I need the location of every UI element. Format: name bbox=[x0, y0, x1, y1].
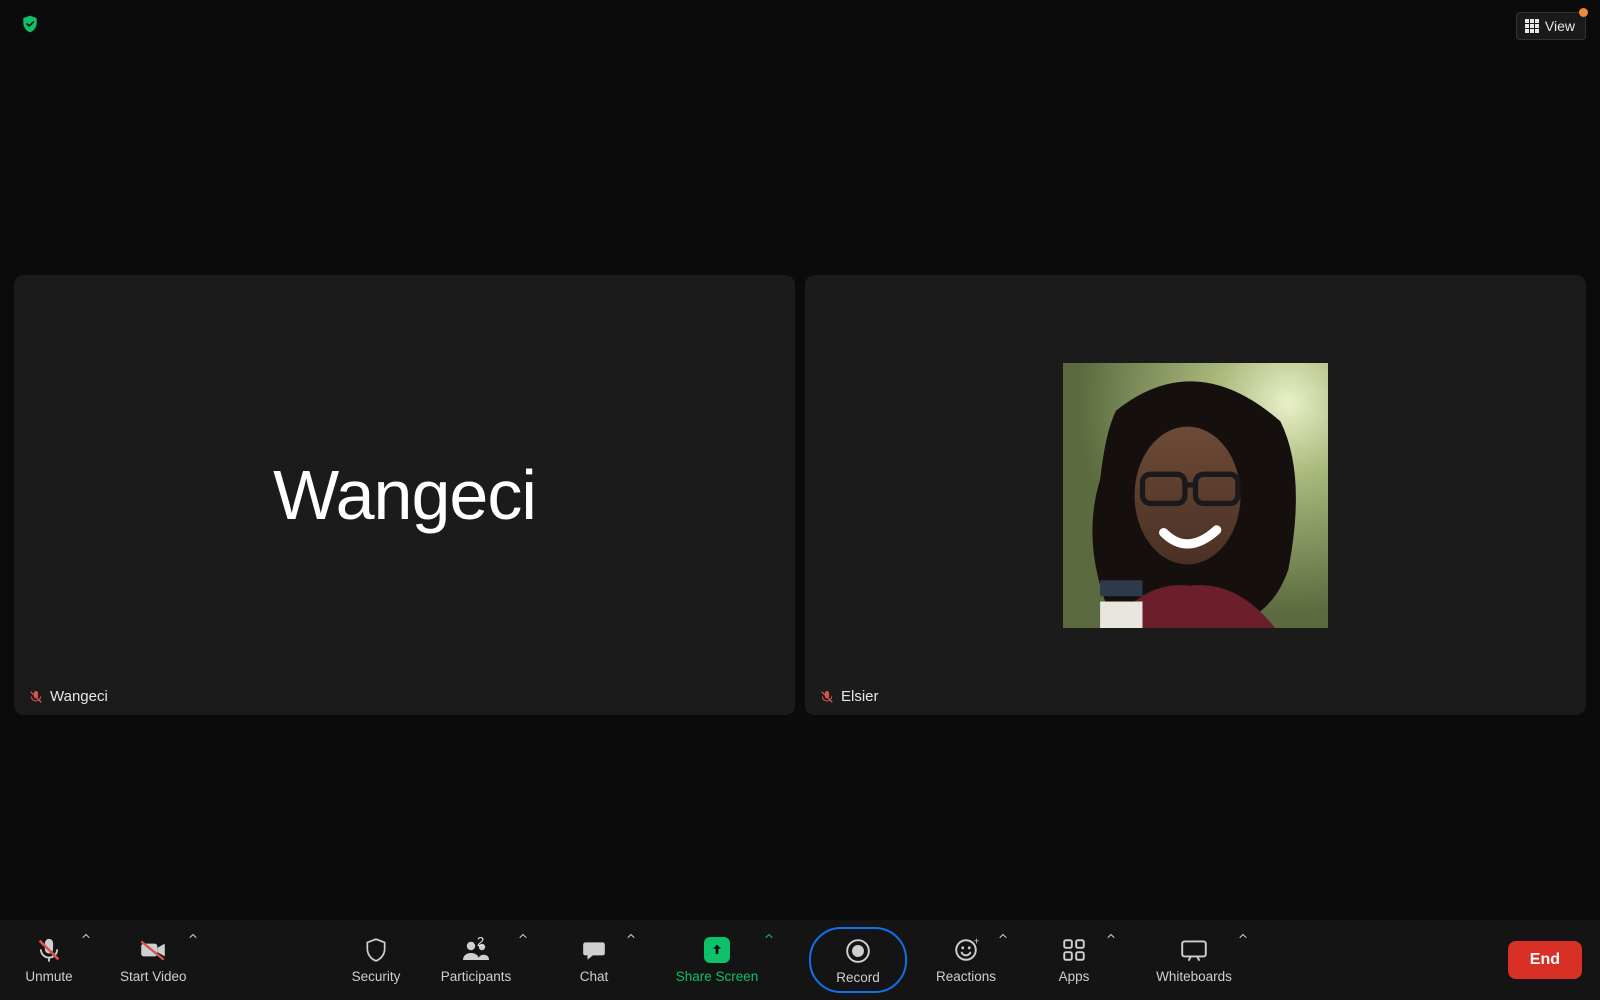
shield-icon bbox=[363, 936, 389, 964]
participant-label: Elsier bbox=[819, 688, 879, 705]
meeting-window: View Wangeci Wangeci bbox=[0, 0, 1600, 1000]
start-video-label: Start Video bbox=[120, 969, 187, 984]
meeting-toolbar: Unmute Start Video bbox=[0, 920, 1600, 1000]
whiteboards-button[interactable]: Whiteboards bbox=[1151, 936, 1237, 984]
mic-muted-icon bbox=[28, 689, 44, 705]
reactions-button[interactable]: + Reactions bbox=[935, 936, 997, 984]
toolbar-right-group: End bbox=[1508, 941, 1582, 979]
record-label: Record bbox=[836, 970, 880, 985]
share-screen-button[interactable]: Share Screen bbox=[671, 936, 763, 984]
record-icon bbox=[845, 937, 871, 965]
video-off-icon bbox=[138, 936, 168, 964]
grid-icon bbox=[1525, 19, 1539, 33]
share-screen-label: Share Screen bbox=[676, 969, 759, 984]
notification-dot-icon bbox=[1579, 8, 1588, 17]
view-label: View bbox=[1545, 18, 1575, 34]
participants-label: Participants bbox=[441, 969, 512, 984]
chat-icon bbox=[580, 936, 608, 964]
end-button[interactable]: End bbox=[1508, 941, 1582, 979]
unmute-button[interactable]: Unmute bbox=[18, 936, 80, 984]
svg-text:+: + bbox=[974, 937, 979, 948]
video-grid: Wangeci Wangeci bbox=[14, 275, 1586, 715]
apps-options-chevron[interactable] bbox=[1099, 924, 1123, 948]
participant-name-label: Wangeci bbox=[50, 688, 108, 705]
participant-display-name: Wangeci bbox=[273, 455, 536, 535]
mic-muted-icon bbox=[35, 936, 63, 964]
toolbar-center-group: Security 2 Participants bbox=[345, 927, 1255, 993]
start-video-button[interactable]: Start Video bbox=[120, 936, 187, 984]
apps-icon bbox=[1061, 936, 1087, 964]
video-options-chevron[interactable] bbox=[181, 924, 205, 948]
chat-button[interactable]: Chat bbox=[563, 936, 625, 984]
participants-button[interactable]: 2 Participants bbox=[435, 936, 517, 984]
share-options-chevron[interactable] bbox=[757, 924, 781, 948]
reactions-label: Reactions bbox=[936, 969, 996, 984]
mic-muted-icon bbox=[819, 689, 835, 705]
participant-tile[interactable]: Wangeci Wangeci bbox=[14, 275, 795, 715]
share-screen-icon bbox=[704, 936, 730, 964]
reactions-icon: + bbox=[953, 936, 979, 964]
apps-button[interactable]: Apps bbox=[1043, 936, 1105, 984]
participant-name-label: Elsier bbox=[841, 688, 879, 705]
reactions-options-chevron[interactable] bbox=[991, 924, 1015, 948]
participant-tile[interactable]: Elsier bbox=[805, 275, 1586, 715]
participants-icon bbox=[460, 936, 492, 964]
whiteboards-label: Whiteboards bbox=[1156, 969, 1232, 984]
whiteboard-icon bbox=[1179, 936, 1209, 964]
record-button[interactable]: Record bbox=[809, 927, 907, 993]
view-button[interactable]: View bbox=[1516, 12, 1586, 40]
toolbar-left-group: Unmute Start Video bbox=[18, 936, 205, 984]
chat-options-chevron[interactable] bbox=[619, 924, 643, 948]
encryption-shield-icon[interactable] bbox=[20, 14, 40, 34]
participants-count: 2 bbox=[477, 934, 484, 949]
participant-avatar bbox=[1063, 363, 1328, 628]
unmute-label: Unmute bbox=[25, 969, 72, 984]
apps-label: Apps bbox=[1059, 969, 1090, 984]
participants-options-chevron[interactable] bbox=[511, 924, 535, 948]
participant-label: Wangeci bbox=[28, 688, 108, 705]
audio-options-chevron[interactable] bbox=[74, 924, 98, 948]
whiteboards-options-chevron[interactable] bbox=[1231, 924, 1255, 948]
security-button[interactable]: Security bbox=[345, 936, 407, 984]
security-label: Security bbox=[352, 969, 401, 984]
chat-label: Chat bbox=[580, 969, 609, 984]
